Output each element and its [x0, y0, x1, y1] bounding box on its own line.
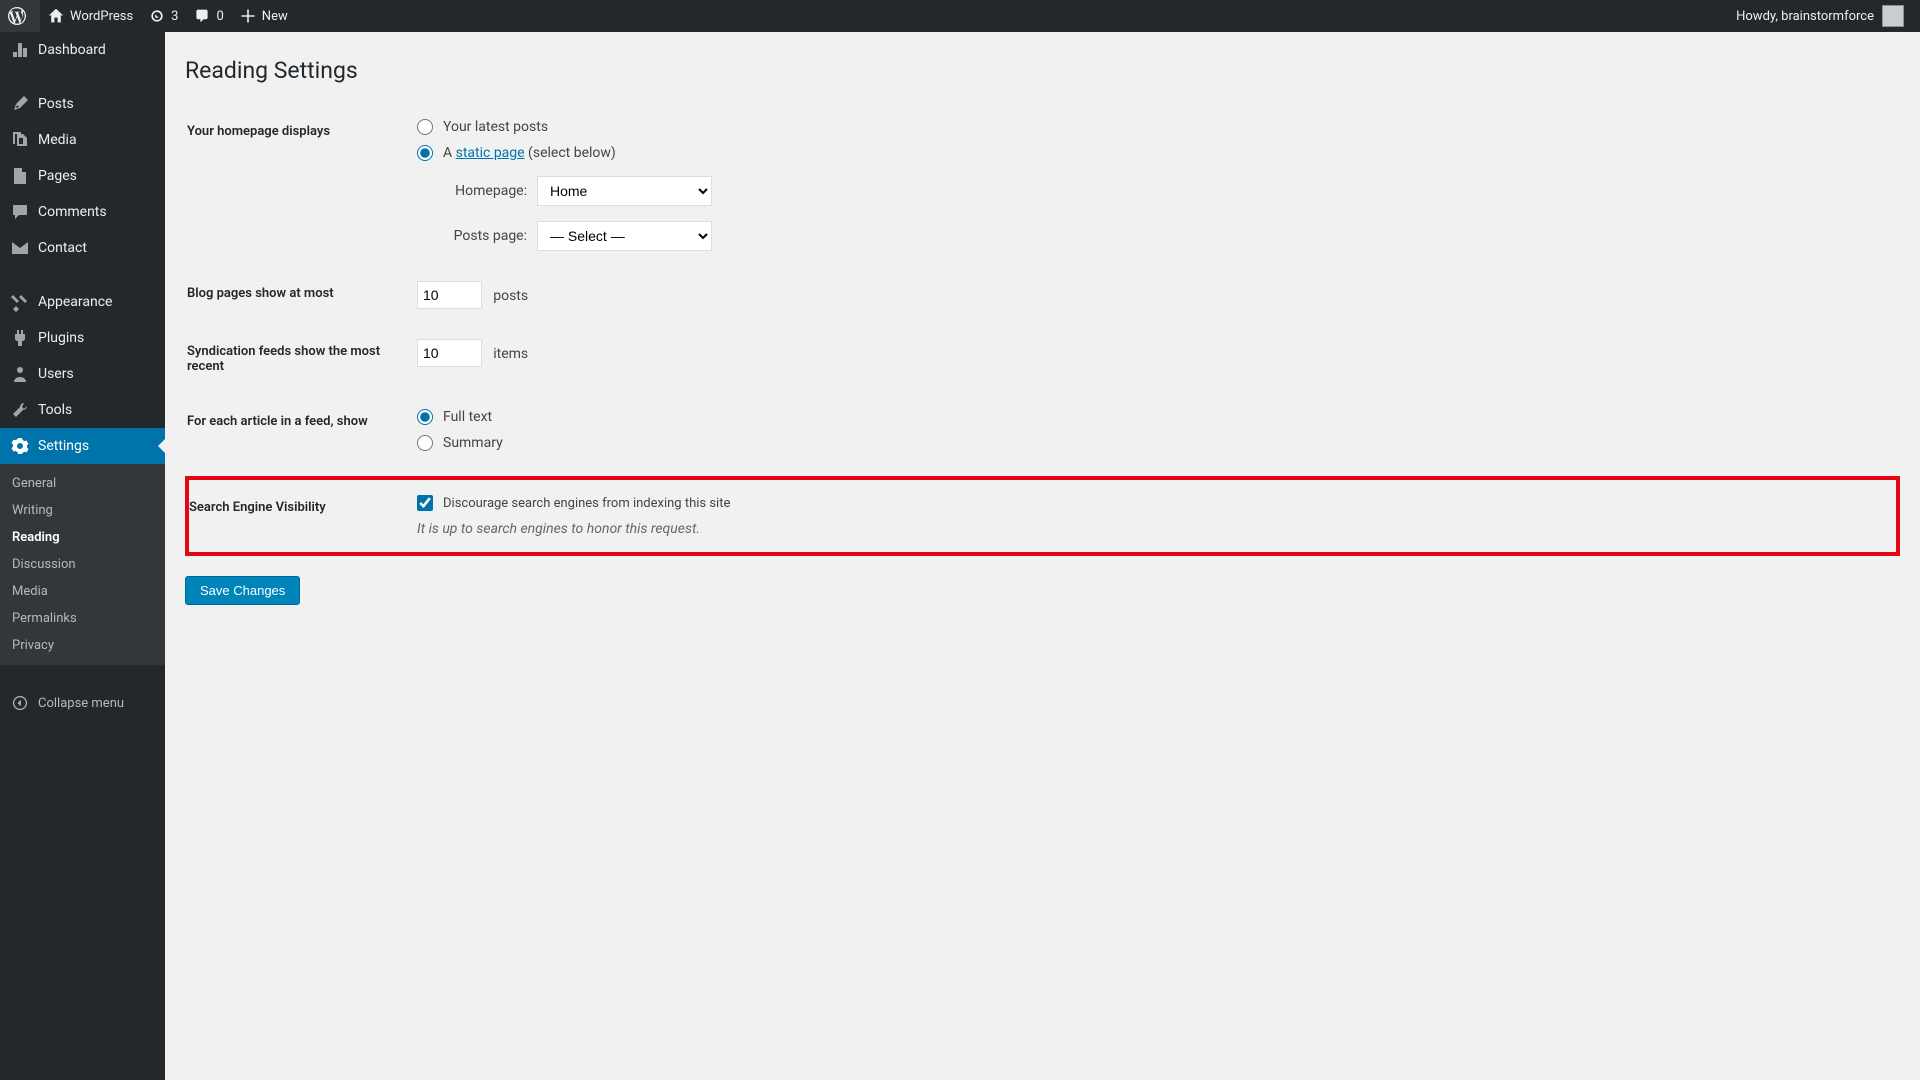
- submenu-item-media[interactable]: Media: [0, 578, 165, 605]
- sidebar-item-label: Appearance: [38, 294, 112, 310]
- media-icon: [10, 130, 30, 150]
- site-name-link[interactable]: WordPress: [40, 0, 141, 32]
- postspage-select[interactable]: — Select —: [537, 221, 712, 251]
- submenu-item-general[interactable]: General: [0, 470, 165, 497]
- sidebar-item-label: Plugins: [38, 330, 84, 346]
- submenu-item-permalinks[interactable]: Permalinks: [0, 605, 165, 632]
- users-icon: [10, 364, 30, 384]
- howdy-text: Howdy, brainstormforce: [1736, 9, 1874, 24]
- sidebar-item-tools[interactable]: Tools: [0, 392, 165, 428]
- postspage-select-label: Posts page:: [437, 228, 527, 244]
- site-name-text: WordPress: [70, 9, 133, 24]
- sidebar-item-settings[interactable]: Settings: [0, 428, 165, 464]
- wp-logo[interactable]: [0, 0, 40, 32]
- updates-link[interactable]: 3: [141, 0, 186, 32]
- sidebar-item-comments[interactable]: Comments: [0, 194, 165, 230]
- blog-public-checkbox[interactable]: [417, 495, 433, 511]
- radio-summary[interactable]: [417, 435, 433, 451]
- updates-count: 3: [171, 9, 178, 24]
- submenu-item-writing[interactable]: Writing: [0, 497, 165, 524]
- radio-summary-label: Summary: [443, 435, 503, 451]
- submenu-item-reading[interactable]: Reading: [0, 524, 165, 551]
- search-visibility-description: It is up to search engines to honor this…: [417, 521, 1886, 537]
- blog-pages-label: Blog pages show at most: [187, 266, 407, 324]
- settings-icon: [10, 436, 30, 456]
- syndication-label: Syndication feeds show the most recent: [187, 324, 407, 394]
- radio-latest-posts-label: Your latest posts: [443, 119, 548, 135]
- sidebar-item-label: Posts: [38, 96, 74, 112]
- refresh-icon: [149, 8, 165, 24]
- comments-link[interactable]: 0: [186, 0, 231, 32]
- new-content-link[interactable]: New: [232, 0, 296, 32]
- contact-icon: [10, 238, 30, 258]
- static-page-link[interactable]: static page: [456, 145, 525, 161]
- settings-submenu: General Writing Reading Discussion Media…: [0, 464, 165, 665]
- admin-menu: Dashboard Posts Media Pages Comments Con…: [0, 32, 165, 1080]
- comment-icon: [194, 8, 210, 24]
- collapse-menu[interactable]: Collapse menu: [0, 685, 165, 721]
- blog-public-label: Discourage search engines from indexing …: [443, 496, 730, 511]
- radio-static-page[interactable]: [417, 145, 433, 161]
- sidebar-item-label: Tools: [38, 402, 72, 418]
- wordpress-icon: [8, 7, 26, 25]
- posts-suffix: posts: [493, 288, 528, 304]
- pages-icon: [10, 166, 30, 186]
- sidebar-item-label: Contact: [38, 240, 87, 256]
- radio-full-text-label: Full text: [443, 409, 492, 425]
- dashboard-icon: [10, 40, 30, 60]
- page-title: Reading Settings: [185, 57, 1900, 84]
- homepage-displays-label: Your homepage displays: [187, 104, 407, 266]
- save-changes-button[interactable]: Save Changes: [185, 576, 300, 605]
- plugins-icon: [10, 328, 30, 348]
- new-label: New: [262, 9, 288, 24]
- sidebar-item-contact[interactable]: Contact: [0, 230, 165, 266]
- appearance-icon: [10, 292, 30, 312]
- main-content: Reading Settings Your homepage displays …: [165, 32, 1920, 1080]
- sidebar-item-posts[interactable]: Posts: [0, 86, 165, 122]
- sidebar-item-label: Settings: [38, 438, 89, 454]
- search-visibility-label: Search Engine Visibility: [187, 478, 407, 554]
- homepage-select[interactable]: Home: [537, 176, 712, 206]
- tools-icon: [10, 400, 30, 420]
- comments-icon: [10, 202, 30, 222]
- feed-content-label: For each article in a feed, show: [187, 394, 407, 478]
- sidebar-item-users[interactable]: Users: [0, 356, 165, 392]
- collapse-label: Collapse menu: [38, 696, 124, 711]
- sidebar-item-label: Dashboard: [38, 42, 106, 58]
- sidebar-item-pages[interactable]: Pages: [0, 158, 165, 194]
- sidebar-item-dashboard[interactable]: Dashboard: [0, 32, 165, 68]
- avatar: [1882, 5, 1904, 27]
- sidebar-item-label: Pages: [38, 168, 77, 184]
- sidebar-item-plugins[interactable]: Plugins: [0, 320, 165, 356]
- posts-per-rss-input[interactable]: [417, 339, 482, 367]
- sidebar-item-label: Comments: [38, 204, 107, 220]
- items-suffix: items: [493, 346, 528, 362]
- submenu-item-discussion[interactable]: Discussion: [0, 551, 165, 578]
- admin-toolbar: WordPress 3 0 New Howdy, brainstormforce: [0, 0, 1920, 32]
- submenu-item-privacy[interactable]: Privacy: [0, 632, 165, 659]
- comments-count: 0: [216, 9, 223, 24]
- sidebar-item-label: Users: [38, 366, 74, 382]
- homepage-select-label: Homepage:: [437, 183, 527, 199]
- posts-per-page-input[interactable]: [417, 281, 482, 309]
- collapse-icon: [10, 693, 30, 713]
- home-icon: [48, 8, 64, 24]
- sidebar-item-appearance[interactable]: Appearance: [0, 284, 165, 320]
- sidebar-item-media[interactable]: Media: [0, 122, 165, 158]
- sidebar-item-label: Media: [38, 132, 77, 148]
- search-visibility-highlight: Search Engine Visibility Discourage sear…: [187, 478, 1898, 554]
- radio-static-page-label: A static page (select below): [443, 145, 616, 161]
- radio-latest-posts[interactable]: [417, 119, 433, 135]
- my-account-link[interactable]: Howdy, brainstormforce: [1728, 0, 1912, 32]
- posts-icon: [10, 94, 30, 114]
- radio-full-text[interactable]: [417, 409, 433, 425]
- plus-icon: [240, 8, 256, 24]
